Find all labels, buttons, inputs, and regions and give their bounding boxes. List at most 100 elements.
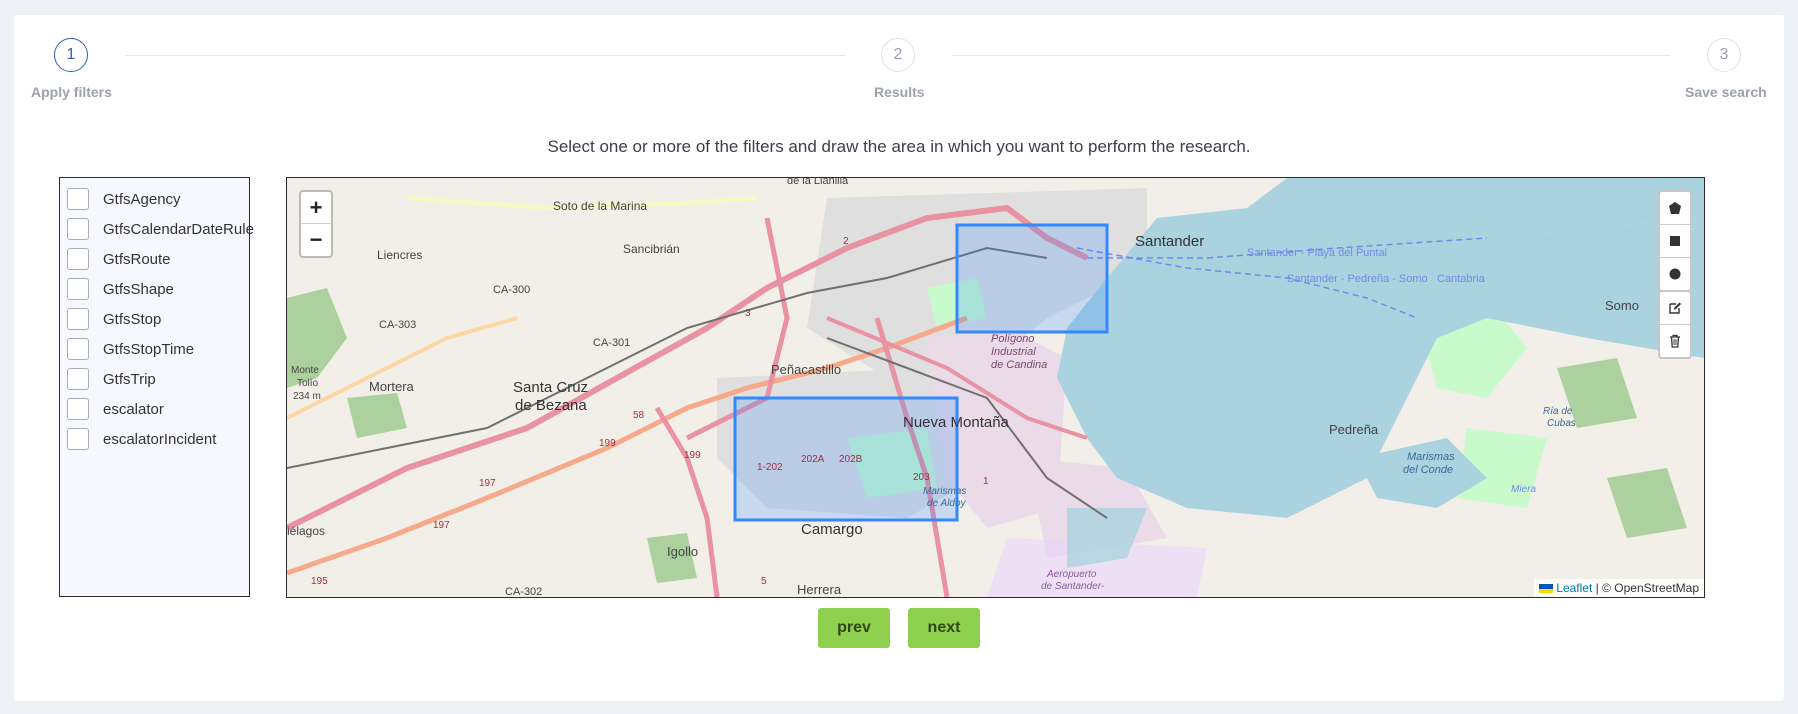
map-label: Camargo	[801, 521, 863, 538]
map-label: Pedreña	[1329, 422, 1379, 437]
map-label: Ría de	[1543, 406, 1573, 417]
map-label: Peñacastillo	[771, 362, 841, 377]
filter-checkbox[interactable]	[67, 278, 89, 300]
map-label: Marismas	[1407, 451, 1455, 463]
filter-label: GtfsShape	[103, 280, 174, 298]
map-label: Herrera	[797, 582, 842, 597]
selection-rectangle-north	[955, 223, 1109, 334]
filter-list: GtfsAgency GtfsCalendarDateRule GtfsRout…	[59, 177, 254, 597]
filter-label: GtfsStopTime	[103, 340, 195, 358]
map-label: Santa Cruz	[513, 379, 588, 396]
map-label: Santander - Playa del Puntal	[1247, 247, 1387, 259]
filter-item-gtfsstop[interactable]: GtfsStop	[67, 307, 161, 331]
map-label: Miera	[1511, 484, 1536, 495]
filter-label: GtfsAgency	[103, 190, 181, 208]
filter-item-gtfsagency[interactable]: GtfsAgency	[67, 187, 181, 211]
edit-layers-button[interactable]	[1660, 292, 1690, 324]
step-number: 1	[66, 46, 76, 63]
step-2-indicator[interactable]: 2	[881, 38, 915, 72]
step-3-indicator[interactable]: 3	[1707, 38, 1741, 72]
step-1-label: Apply filters	[31, 84, 112, 100]
step-3-label: Save search	[1685, 84, 1767, 100]
map-label: Mortera	[369, 379, 415, 394]
filter-item-gtfsroute[interactable]: GtfsRoute	[67, 247, 171, 271]
filter-item-gtfscalendardaterule[interactable]: GtfsCalendarDateRule	[67, 217, 254, 241]
map-label: Polígono	[991, 333, 1034, 345]
filter-label: GtfsRoute	[103, 250, 171, 268]
edit-toolbar	[1658, 290, 1692, 359]
filter-label: GtfsStop	[103, 310, 162, 328]
trash-icon	[1670, 334, 1680, 348]
map-label: del Conde	[1403, 464, 1453, 476]
map-label: Tolío	[297, 378, 319, 389]
filter-label: GtfsTrip	[103, 370, 156, 388]
filter-checkbox[interactable]	[67, 308, 89, 330]
filter-label: GtfsCalendarDateRule	[103, 220, 254, 238]
map-label: de Bezana	[515, 397, 587, 414]
filter-item-gtfstrip[interactable]: GtfsTrip	[67, 367, 156, 391]
delete-layers-button[interactable]	[1660, 324, 1690, 357]
filter-item-escalatorincident[interactable]: escalatorIncident	[67, 427, 216, 451]
map-label: 197	[433, 520, 450, 531]
filter-item-escalator[interactable]: escalator	[67, 397, 164, 421]
map-label: Industrial	[991, 346, 1036, 358]
filter-checkbox[interactable]	[67, 338, 89, 360]
map-label: Santander - Pedreña - Somo	[1287, 273, 1428, 285]
map-attribution: Leaflet | © OpenStreetMap	[1534, 579, 1704, 597]
circle-icon	[1669, 268, 1681, 280]
map-label: 199	[599, 438, 616, 449]
draw-polygon-button[interactable]	[1660, 192, 1690, 224]
filter-checkbox[interactable]	[67, 248, 89, 270]
map-label: 58	[633, 410, 645, 421]
instructions-text: Select one or more of the filters and dr…	[547, 137, 1251, 156]
map-label: Monte	[291, 365, 319, 376]
map-label: 234 m	[293, 391, 321, 402]
rectangle-icon	[1670, 236, 1680, 246]
map-label: Somo	[1605, 298, 1639, 313]
map-label: Soto de la Marina	[553, 199, 647, 213]
map-label: Aeropuerto	[1046, 569, 1097, 580]
map-label: Marismas	[923, 486, 966, 497]
prev-button[interactable]: prev	[818, 608, 890, 648]
osm-attribution: © OpenStreetMap	[1602, 581, 1699, 595]
step-connector	[125, 55, 845, 56]
map-label: iélagos	[287, 524, 325, 538]
step-number: 3	[1719, 46, 1729, 63]
map-label: 202B	[839, 454, 863, 465]
map-label: de la Llanilla	[787, 178, 849, 187]
map-label: de Santander-	[1041, 581, 1105, 592]
map-label: 203	[913, 472, 930, 483]
zoom-in-button[interactable]: +	[301, 192, 331, 223]
map-label: Cubas	[1547, 418, 1576, 429]
filter-checkbox[interactable]	[67, 398, 89, 420]
map-label: 5	[761, 576, 767, 587]
map-label: de Aldoy	[927, 498, 967, 509]
filter-item-gtfsstoptime[interactable]: GtfsStopTime	[67, 337, 194, 361]
map-tiles[interactable]: de la Llanilla Soto de la Marina Sancibr…	[287, 178, 1704, 597]
map-label: de Candina	[991, 359, 1047, 371]
draw-circle-button[interactable]	[1660, 257, 1690, 290]
map-label: Sancibrián	[623, 242, 680, 256]
step-1-indicator[interactable]: 1	[54, 38, 88, 72]
filter-checkbox[interactable]	[67, 218, 89, 240]
map-label: 1	[983, 476, 989, 487]
filter-item-gtfsshape[interactable]: GtfsShape	[67, 277, 174, 301]
step-2-label: Results	[874, 84, 925, 100]
filter-checkbox[interactable]	[67, 188, 89, 210]
map-label: Igollo	[667, 544, 698, 559]
map-label: 197	[479, 478, 496, 489]
map-label: Nueva Montaña	[903, 414, 1010, 431]
filter-checkbox[interactable]	[67, 368, 89, 390]
map-label: CA-303	[379, 319, 416, 331]
edit-icon	[1669, 302, 1681, 314]
leaflet-link[interactable]: Leaflet	[1556, 581, 1592, 595]
draw-rectangle-button[interactable]	[1660, 224, 1690, 257]
polygon-icon	[1669, 202, 1681, 214]
map-label: Cantabria	[1437, 273, 1486, 285]
map-label: 195	[311, 576, 328, 587]
next-button[interactable]: next	[908, 608, 980, 648]
zoom-out-button[interactable]: −	[301, 223, 331, 255]
filter-checkbox[interactable]	[67, 428, 89, 450]
map-label: Liencres	[377, 248, 422, 262]
map-view[interactable]: de la Llanilla Soto de la Marina Sancibr…	[286, 177, 1705, 598]
